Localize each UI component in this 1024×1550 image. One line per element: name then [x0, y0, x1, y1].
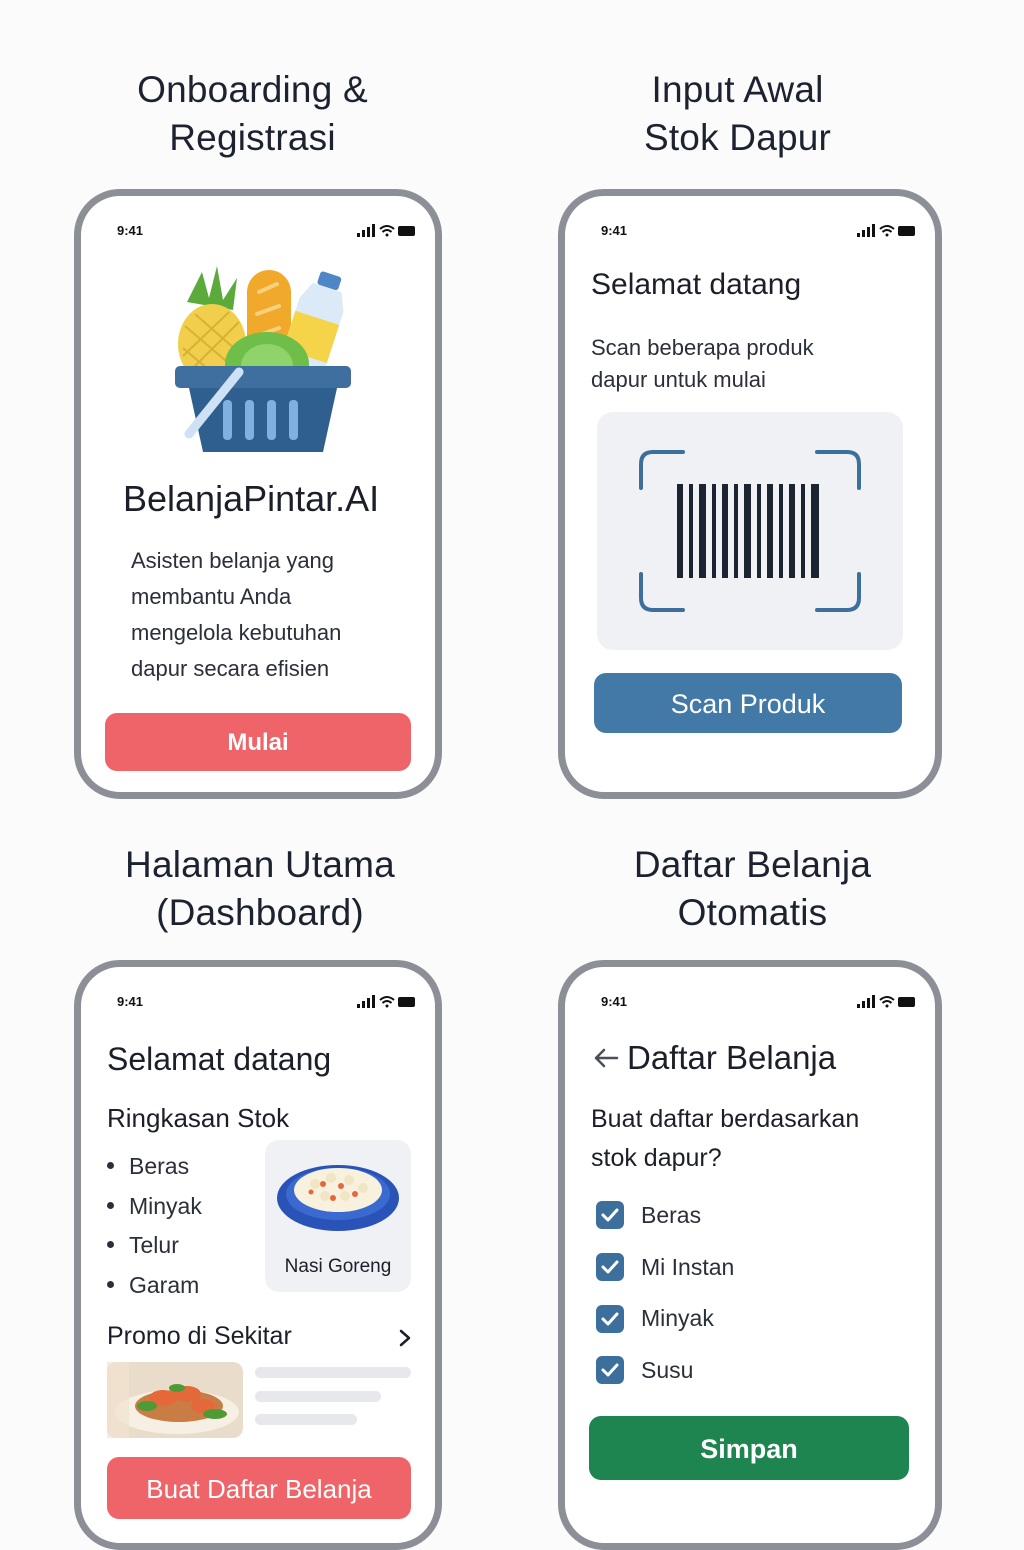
- bullet-icon: [107, 1162, 114, 1170]
- signal-icon: [857, 995, 875, 1008]
- status-bar: 9:41: [565, 222, 935, 242]
- chevron-right-icon[interactable]: [398, 1328, 412, 1348]
- battery-icon: [398, 997, 415, 1007]
- checklist-label: Beras: [641, 1202, 702, 1228]
- app-description: Asisten belanja yang membantu Anda menge…: [131, 543, 341, 687]
- status-bar: 9:41: [565, 993, 935, 1013]
- check-icon: [601, 1208, 619, 1222]
- stock-item-label: Beras: [129, 1153, 190, 1179]
- section-title-line1: Onboarding &: [137, 69, 368, 110]
- section-title-line2: Otomatis: [677, 892, 828, 933]
- check-icon: [601, 1312, 619, 1326]
- stock-item-label: Minyak: [129, 1193, 202, 1219]
- page-title: Selamat datang: [107, 1041, 332, 1077]
- section-title-line1: Daftar Belanja: [633, 844, 872, 885]
- grocery-basket-icon: [175, 266, 351, 452]
- stock-item: Garam: [107, 1272, 199, 1299]
- start-button[interactable]: Mulai: [105, 713, 411, 771]
- app-brand-name: BelanjaPintar.AI: [123, 478, 380, 519]
- page-title: Selamat datang: [591, 268, 802, 301]
- status-icons: [857, 224, 917, 241]
- description-line: dapur secara efisien: [131, 656, 330, 681]
- fried-rice-plate-icon: [277, 1165, 399, 1231]
- list-question: Buat daftar berdasarkan stok dapur?: [591, 1100, 859, 1178]
- description-line: Asisten belanja yang: [131, 548, 335, 573]
- battery-icon: [898, 997, 915, 1007]
- save-button[interactable]: Simpan: [589, 1416, 909, 1480]
- signal-icon: [857, 224, 875, 237]
- check-icon: [601, 1363, 619, 1377]
- checklist-label: Mi Instan: [641, 1254, 735, 1280]
- checkbox-checked[interactable]: [596, 1253, 624, 1281]
- check-icon: [601, 1260, 619, 1274]
- section-title-onboarding: Onboarding & Registrasi: [60, 66, 445, 162]
- recipe-card[interactable]: Nasi Goreng: [265, 1140, 411, 1292]
- status-bar: 9:41: [81, 993, 435, 1013]
- status-time: 9:41: [117, 223, 144, 238]
- checkbox-checked[interactable]: [596, 1356, 624, 1384]
- bullet-icon: [107, 1241, 114, 1249]
- question-line: Buat daftar berdasarkan: [591, 1105, 860, 1133]
- back-arrow-icon[interactable]: [593, 1047, 619, 1069]
- promo-food-image[interactable]: [107, 1362, 243, 1438]
- question-line: stok dapur?: [591, 1144, 722, 1172]
- battery-icon: [398, 226, 415, 236]
- signal-icon: [357, 224, 375, 237]
- description-line: membantu Anda: [131, 584, 292, 609]
- bullet-icon: [107, 1202, 114, 1210]
- page-description: Scan beberapa produk dapur untuk mulai: [591, 332, 814, 396]
- checkbox-checked[interactable]: [596, 1305, 624, 1333]
- stock-summary-heading: Ringkasan Stok: [107, 1103, 290, 1133]
- recipe-label: Nasi Goreng: [284, 1256, 392, 1277]
- phone-input-stok: 9:41 Selamat datang Scan beberapa produk…: [558, 189, 942, 799]
- create-shopping-list-button[interactable]: Buat Daftar Belanja: [107, 1457, 411, 1519]
- section-title-line1: Input Awal: [651, 69, 824, 110]
- stock-item-label: Garam: [129, 1272, 200, 1298]
- scanner-area[interactable]: [597, 412, 903, 650]
- status-bar: 9:41: [81, 222, 435, 242]
- section-title-line2: Stok Dapur: [643, 117, 832, 158]
- stock-item-label: Telur: [129, 1232, 179, 1258]
- description-line: mengelola kebutuhan: [131, 620, 342, 645]
- status-time: 9:41: [117, 994, 144, 1009]
- section-title-shopping-list: Daftar Belanja Otomatis: [560, 841, 945, 937]
- status-time: 9:41: [601, 994, 628, 1009]
- wifi-icon: [379, 225, 395, 237]
- wifi-icon: [379, 996, 395, 1008]
- barcode-scan-icon: [639, 450, 861, 612]
- page-title: Daftar Belanja: [627, 1039, 837, 1076]
- status-icons: [857, 995, 917, 1012]
- description-line: Scan beberapa produk: [591, 335, 814, 360]
- wifi-icon: [879, 996, 895, 1008]
- placeholder-line: [255, 1391, 381, 1402]
- status-icons: [357, 995, 417, 1012]
- status-time: 9:41: [601, 223, 628, 238]
- stock-item: Minyak: [107, 1193, 202, 1220]
- section-title-input-stok: Input Awal Stok Dapur: [545, 66, 930, 162]
- bullet-icon: [107, 1281, 114, 1289]
- checklist-label: Minyak: [641, 1305, 714, 1331]
- section-title-line2: (Dashboard): [156, 892, 364, 933]
- scan-product-button[interactable]: Scan Produk: [594, 673, 902, 733]
- signal-icon: [357, 995, 375, 1008]
- placeholder-line: [255, 1414, 357, 1425]
- battery-icon: [898, 226, 915, 236]
- section-title-dashboard: Halaman Utama (Dashboard): [60, 841, 460, 937]
- section-title-line1: Halaman Utama: [125, 844, 395, 885]
- promo-heading: Promo di Sekitar: [107, 1322, 292, 1350]
- stock-item: Beras: [107, 1153, 189, 1180]
- stock-item: Telur: [107, 1232, 179, 1259]
- section-title-line2: Registrasi: [169, 117, 336, 158]
- phone-shopping-list: 9:41 Daftar Belanja Buat daftar berdasar…: [558, 960, 942, 1550]
- description-line: dapur untuk mulai: [591, 367, 766, 392]
- status-icons: [357, 224, 417, 241]
- checklist-label: Susu: [641, 1357, 694, 1383]
- phone-onboarding: 9:41 BelanjaPintar.AI Asisten belanja ya…: [74, 189, 442, 799]
- placeholder-line: [255, 1367, 411, 1378]
- checkbox-checked[interactable]: [596, 1201, 624, 1229]
- wifi-icon: [879, 225, 895, 237]
- phone-dashboard: 9:41 Selamat datang Ringkasan Stok Beras…: [74, 960, 442, 1550]
